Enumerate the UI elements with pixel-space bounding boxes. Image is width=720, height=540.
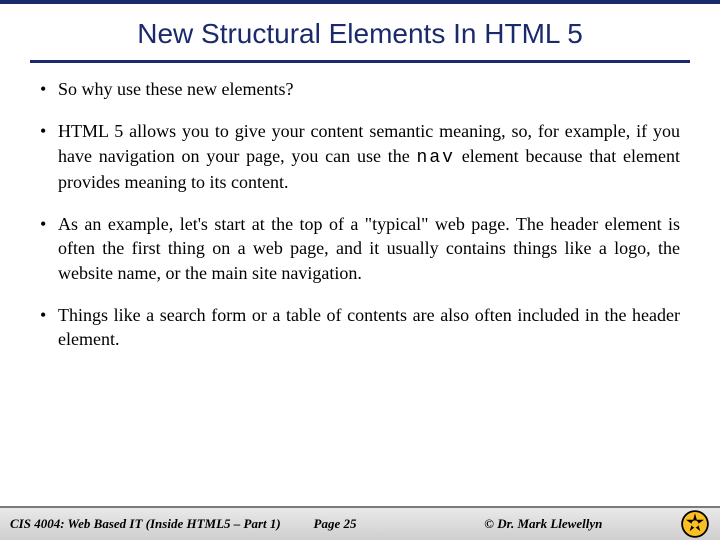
bullet-list: So why use these new elements? HTML 5 al… (40, 77, 680, 352)
code-nav: nav (417, 148, 455, 168)
bullet-text: As an example, let's start at the top of… (58, 214, 680, 283)
footer-author: © Dr. Mark Llewellyn (484, 516, 674, 532)
ucf-logo-icon (680, 509, 710, 539)
slide-content: So why use these new elements? HTML 5 al… (0, 69, 720, 506)
bullet-item: HTML 5 allows you to give your content s… (40, 119, 680, 194)
bullet-text: So why use these new elements? (58, 79, 293, 99)
bullet-item: Things like a search form or a table of … (40, 303, 680, 352)
bullet-item: As an example, let's start at the top of… (40, 212, 680, 285)
footer-bar: CIS 4004: Web Based IT (Inside HTML5 – P… (0, 506, 720, 540)
bullet-item: So why use these new elements? (40, 77, 680, 101)
slide: New Structural Elements In HTML 5 So why… (0, 0, 720, 540)
bullet-text: Things like a search form or a table of … (58, 305, 680, 349)
footer-course: CIS 4004: Web Based IT (Inside HTML5 – P… (10, 516, 314, 532)
footer-page: Page 25 (314, 516, 485, 532)
slide-title: New Structural Elements In HTML 5 (30, 18, 690, 63)
